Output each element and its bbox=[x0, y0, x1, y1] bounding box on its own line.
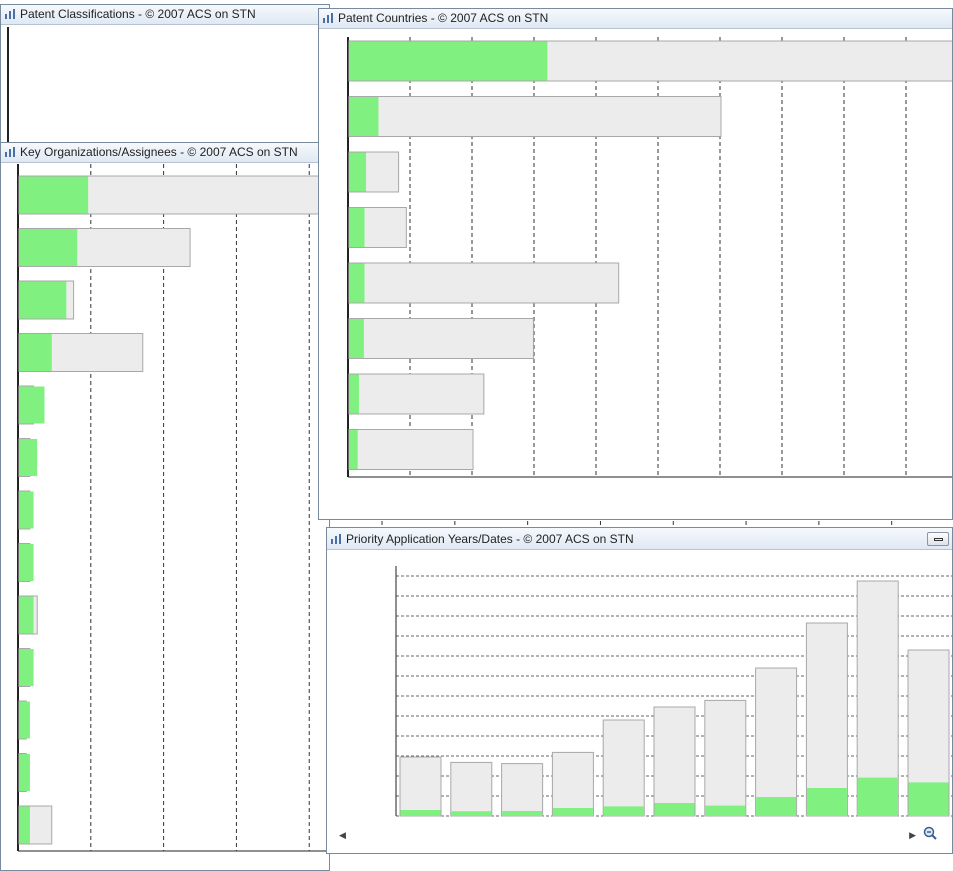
bar-highlight bbox=[19, 649, 34, 686]
scroll-right-icon[interactable]: ▶ bbox=[909, 830, 916, 841]
bar-chart-icon bbox=[323, 13, 333, 23]
bar-total bbox=[348, 429, 474, 470]
bar-total bbox=[399, 756, 442, 817]
zoom-out-icon[interactable] bbox=[923, 826, 939, 842]
years-window: Priority Application Years/Dates - © 200… bbox=[326, 527, 953, 854]
bar-highlight bbox=[19, 176, 89, 214]
bar-highlight bbox=[603, 806, 644, 816]
bar-highlight bbox=[19, 491, 34, 529]
bar-chart-icon bbox=[5, 147, 15, 157]
years-chart bbox=[327, 556, 952, 853]
scroll-left-icon[interactable]: ◀ bbox=[339, 830, 346, 841]
bar-highlight bbox=[19, 754, 30, 791]
bar-total bbox=[348, 96, 722, 137]
window-title: Priority Application Years/Dates - © 200… bbox=[346, 532, 634, 546]
bar-highlight bbox=[756, 797, 797, 816]
bar-highlight bbox=[806, 788, 847, 816]
bar-total bbox=[755, 667, 798, 817]
countries-svg bbox=[347, 37, 952, 478]
minimize-button[interactable] bbox=[927, 532, 949, 546]
bar-highlight bbox=[705, 805, 746, 816]
bar-chart-icon bbox=[331, 534, 341, 544]
bar-highlight bbox=[19, 229, 78, 266]
bar-highlight bbox=[552, 808, 593, 816]
horizontal-scrollbar[interactable]: ◀ ▶ bbox=[337, 830, 922, 844]
bar-total bbox=[450, 761, 493, 817]
bar-total bbox=[551, 751, 594, 817]
bar-highlight bbox=[349, 430, 358, 469]
bar-highlight bbox=[502, 811, 543, 816]
bar-highlight bbox=[19, 281, 67, 319]
classifications-chart bbox=[6, 27, 326, 143]
years-svg bbox=[395, 566, 952, 817]
bar-total bbox=[704, 699, 747, 817]
classifications-titlebar[interactable]: Patent Classifications - © 2007 ACS on S… bbox=[1, 5, 329, 25]
bar-chart-icon bbox=[5, 9, 15, 19]
years-titlebar[interactable]: Priority Application Years/Dates - © 200… bbox=[327, 528, 952, 550]
window-title: Patent Classifications - © 2007 ACS on S… bbox=[20, 7, 256, 21]
bar-highlight bbox=[400, 810, 441, 816]
classifications-svg bbox=[7, 27, 9, 143]
bar-highlight bbox=[857, 777, 898, 816]
bar-highlight bbox=[19, 439, 38, 476]
bar-highlight bbox=[19, 701, 30, 739]
bar-highlight bbox=[19, 806, 30, 844]
bar-total bbox=[805, 622, 848, 817]
bar-highlight bbox=[19, 386, 45, 424]
bar-highlight bbox=[19, 334, 52, 371]
bar-total bbox=[348, 318, 534, 359]
bar-total bbox=[348, 373, 485, 415]
window-title: Key Organizations/Assignees - © 2007 ACS… bbox=[20, 145, 298, 159]
bar-highlight bbox=[349, 208, 365, 247]
minimize-icon bbox=[934, 538, 943, 541]
bar-total bbox=[501, 763, 544, 817]
bar-highlight bbox=[349, 152, 367, 192]
organizations-titlebar[interactable]: Key Organizations/Assignees - © 2007 ACS… bbox=[1, 143, 329, 163]
window-title: Patent Countries - © 2007 ACS on STN bbox=[338, 11, 549, 25]
classifications-window: Patent Classifications - © 2007 ACS on S… bbox=[0, 4, 330, 144]
countries-chart bbox=[347, 37, 952, 517]
bar-highlight bbox=[349, 41, 548, 81]
bar-highlight bbox=[908, 782, 949, 816]
countries-window: Patent Countries - © 2007 ACS on STN bbox=[318, 8, 953, 520]
bar-highlight bbox=[349, 97, 379, 136]
bar-total bbox=[653, 706, 696, 817]
bar-highlight bbox=[19, 544, 34, 581]
bar-highlight bbox=[349, 319, 364, 358]
bar-highlight bbox=[451, 811, 492, 816]
bar-highlight bbox=[654, 803, 695, 816]
bar-total bbox=[602, 719, 645, 817]
bar-highlight bbox=[349, 263, 365, 303]
bar-highlight bbox=[349, 374, 359, 414]
bar-highlight bbox=[19, 596, 34, 634]
bar-total bbox=[348, 262, 620, 304]
countries-titlebar[interactable]: Patent Countries - © 2007 ACS on STN bbox=[319, 9, 952, 29]
